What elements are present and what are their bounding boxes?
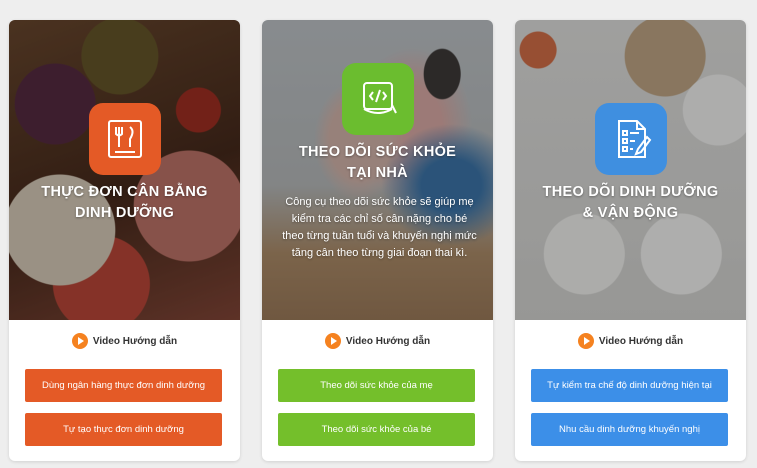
play-icon [71,333,88,349]
checklist-icon [594,103,667,175]
card-balanced-menu: THỰC ĐƠN CÂN BẰNG DINH DƯỠNG Video Hướng… [9,20,240,461]
create-menu-button[interactable]: Tự tạo thực đơn dinh dưỡng [25,413,222,446]
card-description: Công cụ theo dõi sức khỏe sẽ giúp mẹ kiể… [282,196,477,259]
card-title: THEO DÕI DINH DƯỠNG & VẬN ĐỘNG [542,184,719,221]
mother-health-button[interactable]: Theo dõi sức khỏe của mẹ [278,369,475,402]
card-nutrition-tracking: THEO DÕI DINH DƯỠNG & VẬN ĐỘNG Video Hướ… [515,20,746,461]
card-hero[interactable]: THỰC ĐƠN CÂN BẰNG DINH DƯỠNG [9,20,240,320]
video-guide-link[interactable]: Video Hướng dẫn [515,333,746,349]
feature-cards: THỰC ĐƠN CÂN BẰNG DINH DƯỠNG Video Hướng… [0,0,757,468]
video-guide-link[interactable]: Video Hướng dẫn [9,333,240,349]
card-title: THEO DÕI SỨC KHỎE TẠI NHÀ [298,144,457,181]
play-icon [324,333,341,349]
use-menu-bank-button[interactable]: Dùng ngân hàng thực đơn dinh dưỡng [25,369,222,402]
recommended-nutrition-button[interactable]: Nhu cầu dinh dưỡng khuyến nghị [531,413,728,446]
menu-card-icon [88,103,161,175]
card-hero[interactable]: THEO DÕI SỨC KHỎE TẠI NHÀ Công cụ theo d… [262,20,493,320]
play-icon [577,333,594,349]
video-guide-link[interactable]: Video Hướng dẫn [262,333,493,349]
card-title: THỰC ĐƠN CÂN BẰNG DINH DƯỠNG [41,184,208,221]
measuring-tape-icon [341,63,414,135]
self-check-nutrition-button[interactable]: Tự kiểm tra chế độ dinh dưỡng hiện tại [531,369,728,402]
card-hero[interactable]: THEO DÕI DINH DƯỠNG & VẬN ĐỘNG [515,20,746,320]
card-health-tracking: THEO DÕI SỨC KHỎE TẠI NHÀ Công cụ theo d… [262,20,493,461]
baby-health-button[interactable]: Theo dõi sức khỏe của bé [278,413,475,446]
